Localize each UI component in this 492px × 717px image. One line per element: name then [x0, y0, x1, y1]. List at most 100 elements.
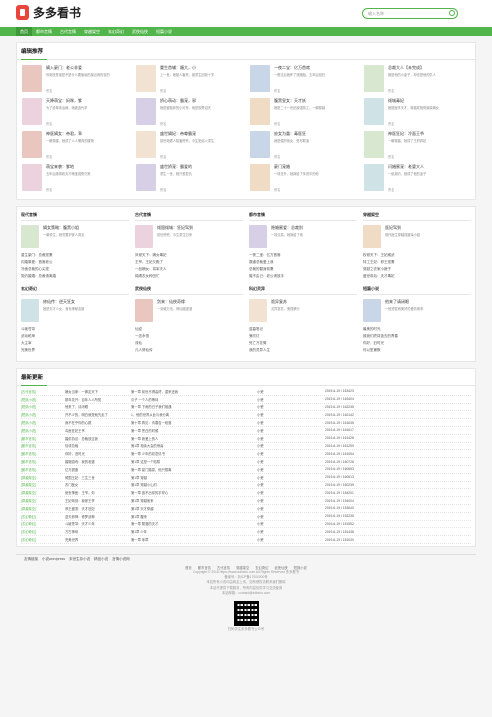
book-card[interactable]: 腹黑皇女：天才妖 她是二十一世纪最强特工，一朝穿越 佚名	[250, 98, 356, 127]
book-card[interactable]: 倾城毒妃 她是医学天才，穿越成相府废柴嫡女 佚名	[364, 98, 470, 127]
book-title[interactable]: 萌宝来袭：爹地	[46, 164, 91, 170]
book-cover[interactable]	[250, 131, 270, 158]
category-list-item[interactable]: 凤倾天下：嫡女毒妃	[135, 252, 243, 259]
book-cover[interactable]	[364, 131, 384, 158]
row-book[interactable]: 毒医狂妃王爷	[65, 428, 131, 433]
category-title[interactable]: 玄幻奇幻	[21, 284, 129, 295]
row-book[interactable]: 那年花开：百年人人所知	[65, 397, 131, 402]
book-title[interactable]: 总裁大人【未完成】	[388, 65, 436, 71]
row-chapter[interactable]: 第1章 穿越而来	[131, 498, 257, 503]
book-card[interactable]: 总裁大人【未完成】 她是他的小妻子，却也是他的仇人 佚名	[364, 65, 470, 94]
row-category[interactable]: [玄幻奇幻]	[21, 537, 65, 542]
book-card[interactable]: 盛世嫡妃：帝尊霸宠 前世她遭人陷害惨死，今生她浴火重生 佚名	[136, 131, 242, 160]
row-book[interactable]: 万古神帝	[65, 529, 131, 534]
row-book[interactable]: 我不在乎你的心跳	[65, 420, 131, 425]
row-book[interactable]: 逆天邪神：修罗战神	[65, 514, 131, 519]
book-cover[interactable]	[136, 98, 156, 125]
category-list-item[interactable]: 一品嫡女：将军夫人	[135, 266, 243, 273]
category-list-item[interactable]: 致我们终将逝去的青春	[363, 333, 471, 340]
row-book[interactable]: 王妃驾到：我家王爷	[65, 498, 131, 503]
row-chapter[interactable]: 第一章 前世不得善终，重来还我	[131, 389, 257, 394]
row-chapter[interactable]: 第1章 天才穿越	[131, 506, 257, 511]
row-chapter[interactable]: 第1章 穿越小山村	[131, 482, 257, 487]
friend-link[interactable]: 精品小说	[94, 557, 108, 561]
row-category[interactable]: [短篇小说]	[21, 412, 65, 417]
search-input[interactable]: 输入名称	[362, 8, 458, 19]
book-card[interactable]: 嫡入豪门：老公非爱 你到底是谁是不是什么要偷偷的接近我的目的 佚名	[22, 65, 128, 94]
category-top-book[interactable]: 隐婚蜜爱：总裁别 一场交易，她嫁给了他	[249, 225, 357, 248]
book-title[interactable]: 娇心萌动：霸宠，邪	[160, 98, 211, 104]
book-cover[interactable]	[136, 65, 156, 92]
book-title[interactable]: 倾城毒妃	[388, 98, 439, 104]
book-title[interactable]: 隐婚蜜爱：总裁别	[271, 225, 303, 231]
book-cover[interactable]	[22, 164, 42, 191]
row-category[interactable]: [都市言情]	[21, 436, 65, 441]
category-top-book[interactable]: 倾国倾城：狂妃驾到 前世惨死，今生重生归来	[135, 225, 243, 248]
category-title[interactable]: 穿越架空	[363, 210, 471, 221]
row-category[interactable]: [玄幻奇幻]	[21, 529, 65, 534]
row-chapter[interactable]: 第1章 少年	[131, 529, 257, 534]
row-category[interactable]: [都市言情]	[21, 459, 65, 464]
row-chapter[interactable]: 1、他的世界从此与我分离	[131, 412, 257, 417]
row-category[interactable]: [穿越架空]	[21, 506, 65, 511]
nav-item[interactable]: 都市言情	[32, 27, 56, 36]
category-title[interactable]: 古代言情	[135, 210, 243, 221]
row-book[interactable]: 农门医女	[65, 482, 131, 487]
category-list-item[interactable]: 鬼吹灯	[249, 333, 357, 340]
category-top-book[interactable]: 修仙传：逆天狂女 她是天才少女，身负神秘血脉	[21, 299, 129, 322]
row-category[interactable]: [短篇小说]	[21, 397, 65, 402]
category-list-item[interactable]: 契约婚姻：总裁请离婚	[21, 273, 129, 280]
book-title[interactable]: 重生首辅：媚大，小	[160, 65, 214, 71]
book-title[interactable]: 剑来：仙侠奇缘	[157, 299, 192, 305]
book-title[interactable]: 一夜二宝：亿万首席	[274, 65, 325, 71]
book-card[interactable]: 重生首辅：媚大，小 上一世，她被人害死，被重生回到十岁 佚名	[136, 65, 242, 94]
book-cover[interactable]	[136, 164, 156, 191]
book-card[interactable]: 闪婚蜜宠：老婆大人 一纸契约，她成了他的妻子 佚名	[364, 164, 470, 193]
nav-item[interactable]: 古代言情	[56, 27, 80, 36]
book-title[interactable]: 他来了请闭眼	[385, 299, 423, 305]
category-title[interactable]: 短篇小说	[363, 284, 471, 295]
row-category[interactable]: [玄幻奇幻]	[21, 521, 65, 526]
book-cover[interactable]	[364, 65, 384, 92]
category-list-item[interactable]: 死亡万花筒	[249, 340, 357, 347]
book-cover[interactable]	[135, 299, 153, 322]
category-list-item[interactable]: 一夜二宝：亿万首席	[249, 252, 357, 259]
row-category[interactable]: [短篇小说]	[21, 420, 65, 425]
category-list-item[interactable]: 婚不由己：老公请放手	[249, 273, 357, 280]
row-chapter[interactable]: 第一章 陨落的天才	[131, 521, 257, 526]
book-cover[interactable]	[21, 299, 39, 322]
book-title[interactable]: 盛世嫡妃：帝尊霸宠	[160, 131, 214, 137]
category-list-item[interactable]: 冷面总裁的心尖宠	[21, 266, 129, 273]
friend-link[interactable]: 末世生存小说	[69, 557, 90, 561]
row-category[interactable]: [穿越架空]	[21, 490, 65, 495]
row-chapter[interactable]: 第一章 序章	[131, 537, 257, 542]
category-top-book[interactable]: 他来了请闭眼 一段短暂而美好的爱情故事	[363, 299, 471, 322]
book-cover[interactable]	[135, 225, 153, 248]
category-list-item[interactable]: 权倾天下：王妃威武	[363, 252, 471, 259]
book-card[interactable]: 娇心萌动：霸宠，邪 她是被抛弃的小可怜，他是权势滔天 佚名	[136, 98, 242, 127]
row-book[interactable]: 你好，旧时光	[65, 451, 131, 456]
book-title[interactable]: 豪门宠婚	[274, 164, 319, 170]
nav-item[interactable]: 首页	[16, 27, 32, 36]
category-list-item[interactable]: 锦绣农女种田忙	[135, 273, 243, 280]
row-chapter[interactable]: 第一章 我爱上的人	[131, 436, 257, 441]
row-book[interactable]: 开不少的，明白就是就先走了	[65, 412, 131, 417]
row-book[interactable]: 情诱总裁	[65, 443, 131, 448]
site-logo[interactable]: 多多看书	[16, 4, 81, 21]
book-title[interactable]: 腹黑皇女：天才妖	[274, 98, 325, 104]
category-list-item[interactable]: 穿越之农家小娘子	[363, 266, 471, 273]
book-title[interactable]: 盛世娇宠：霸爱的	[160, 164, 192, 170]
row-category[interactable]: [都市言情]	[21, 443, 65, 448]
book-cover[interactable]	[364, 98, 384, 125]
book-title[interactable]: 天降萌宝：妈咪，爹	[46, 98, 87, 104]
book-title[interactable]: 神医嫡女：帝君，乖	[46, 131, 94, 137]
row-chapter[interactable]: 引子 一个人的等待	[131, 397, 257, 402]
category-list-item[interactable]: 霸道总裁爱上我	[249, 259, 357, 266]
row-chapter[interactable]: 第1章 这是一个陷阱	[131, 459, 257, 464]
category-title[interactable]: 武侠仙侠	[135, 284, 243, 295]
book-card[interactable]: 神医嫡女：帝君，乖 一朝穿越，她成了人人唾弃的废物 佚名	[22, 131, 128, 160]
category-top-book[interactable]: 嫡女策略：腹黑小姐 一朝重生，她誓要护家人周全	[21, 225, 129, 248]
row-category[interactable]: [穿越架空]	[21, 475, 65, 480]
book-cover[interactable]	[249, 299, 267, 322]
row-book[interactable]: 亿万甜妻	[65, 467, 131, 472]
